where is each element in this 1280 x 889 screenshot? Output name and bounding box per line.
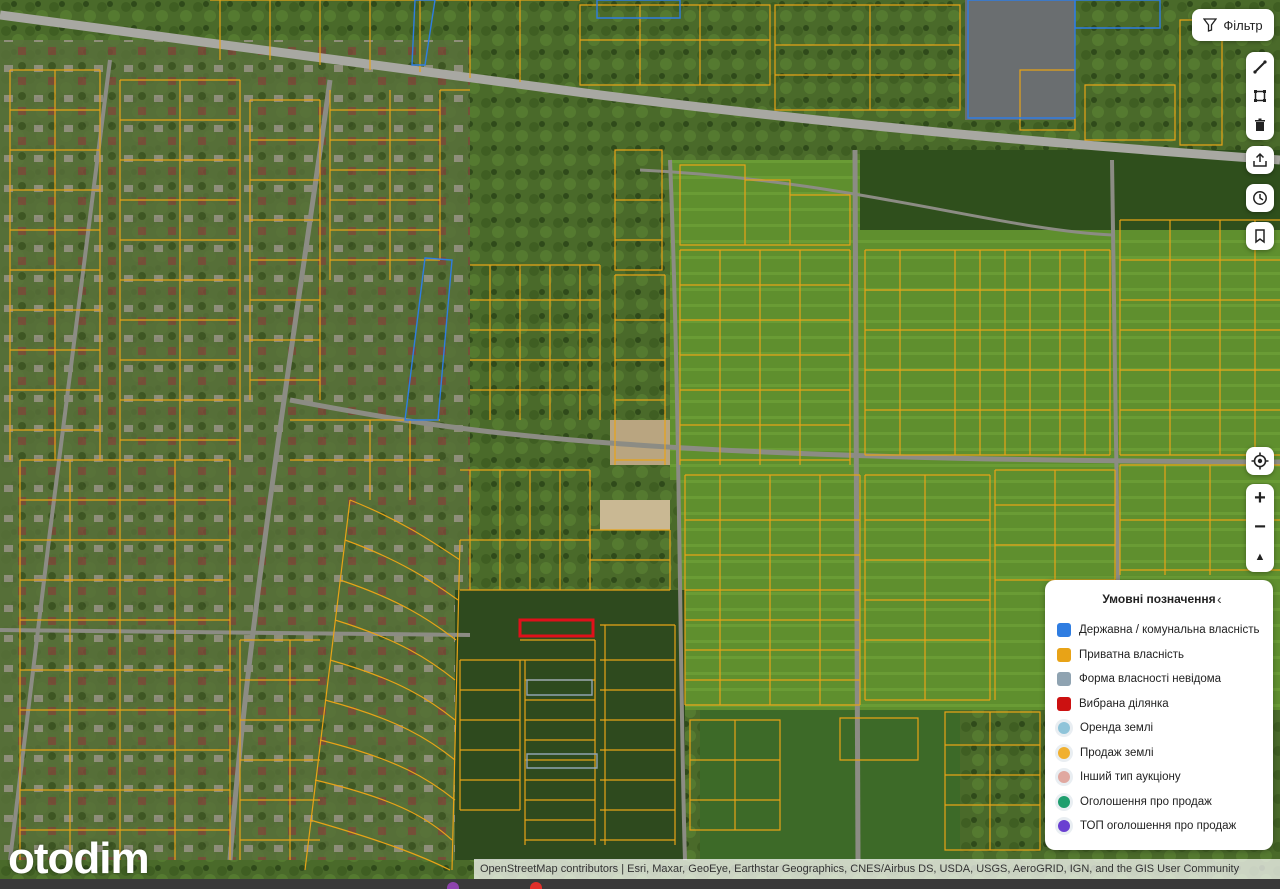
bottom-indicator [530,882,542,889]
polygon-icon [1254,89,1266,102]
legend-label: ТОП оголошення про продаж [1080,820,1237,833]
legend-swatch [1057,672,1071,687]
legend-item: Інший тип аукціону [1045,765,1273,790]
collapse-chevron-icon[interactable]: ‹ [1217,591,1222,607]
legend-item: Продаж землі [1045,741,1273,766]
legend-marker-icon [1055,719,1073,738]
legend-swatch [1057,696,1071,711]
zoom-in-button[interactable]: + [1246,485,1274,513]
filter-icon [1203,18,1218,32]
legend-label: Форма власності невідома [1079,673,1222,686]
legend-label: Оренда землі [1080,722,1154,735]
legend-label: Вибрана ділянка [1079,697,1169,710]
zoom-controls: + − ▲ [1246,484,1274,572]
legend-item: Оголошення про продаж [1045,790,1273,815]
map-attribution: OpenStreetMap contributors | Esri, Maxar… [474,859,1280,879]
legend-marker-icon [1055,743,1073,762]
legend-marker-icon [1055,768,1073,787]
trash-icon [1255,118,1265,132]
legend-item: Вибрана ділянка [1045,692,1273,717]
legend-item: Приватна власність [1045,643,1273,668]
draw-line-button[interactable] [1246,53,1274,81]
legend-label: Оголошення про продаж [1080,795,1212,808]
filter-label: Фільтр [1223,17,1263,33]
legend-label: Інший тип аукціону [1080,771,1181,784]
legend-label: Приватна власність [1079,648,1185,661]
legend-item: Державна / комунальна власність [1045,618,1273,643]
zoom-out-button[interactable]: − [1246,514,1274,542]
legend-swatch [1057,647,1071,662]
legend-items: Державна / комунальна власність Приватна … [1045,618,1273,839]
otodim-logo: otodim [8,834,150,883]
legend-swatch [1057,623,1071,638]
clock-icon [1253,191,1267,205]
compass-icon: ▲ [1254,551,1266,564]
compass-button[interactable]: ▲ [1246,543,1274,571]
locate-icon [1251,452,1269,470]
legend-title: Умовні позначення [1102,592,1216,606]
delete-drawing-button[interactable] [1246,111,1274,139]
bottom-bar [0,879,1280,889]
pencil-icon [1253,60,1267,74]
locate-button[interactable] [1246,447,1274,475]
filter-button[interactable]: Фільтр [1192,9,1274,41]
legend-label: Державна / комунальна власність [1079,624,1260,637]
draw-polygon-button[interactable] [1246,82,1274,110]
legend-header[interactable]: Умовні позначення ‹ [1045,580,1273,618]
legend-item: Форма власності невідома [1045,667,1273,692]
share-icon [1253,152,1267,167]
legend-marker-icon [1055,817,1073,836]
bookmark-button[interactable] [1246,222,1274,250]
map-legend: Умовні позначення ‹ Державна / комунальн… [1045,580,1273,850]
legend-item: Оренда землі [1045,716,1273,741]
bookmark-icon [1255,229,1265,244]
legend-marker-icon [1055,792,1073,811]
drawing-toolbar [1246,52,1274,140]
legend-item: ТОП оголошення про продаж [1045,814,1273,839]
legend-label: Продаж землі [1080,746,1154,759]
history-button[interactable] [1246,184,1274,212]
share-button[interactable] [1246,146,1274,174]
bottom-indicator [447,882,459,889]
